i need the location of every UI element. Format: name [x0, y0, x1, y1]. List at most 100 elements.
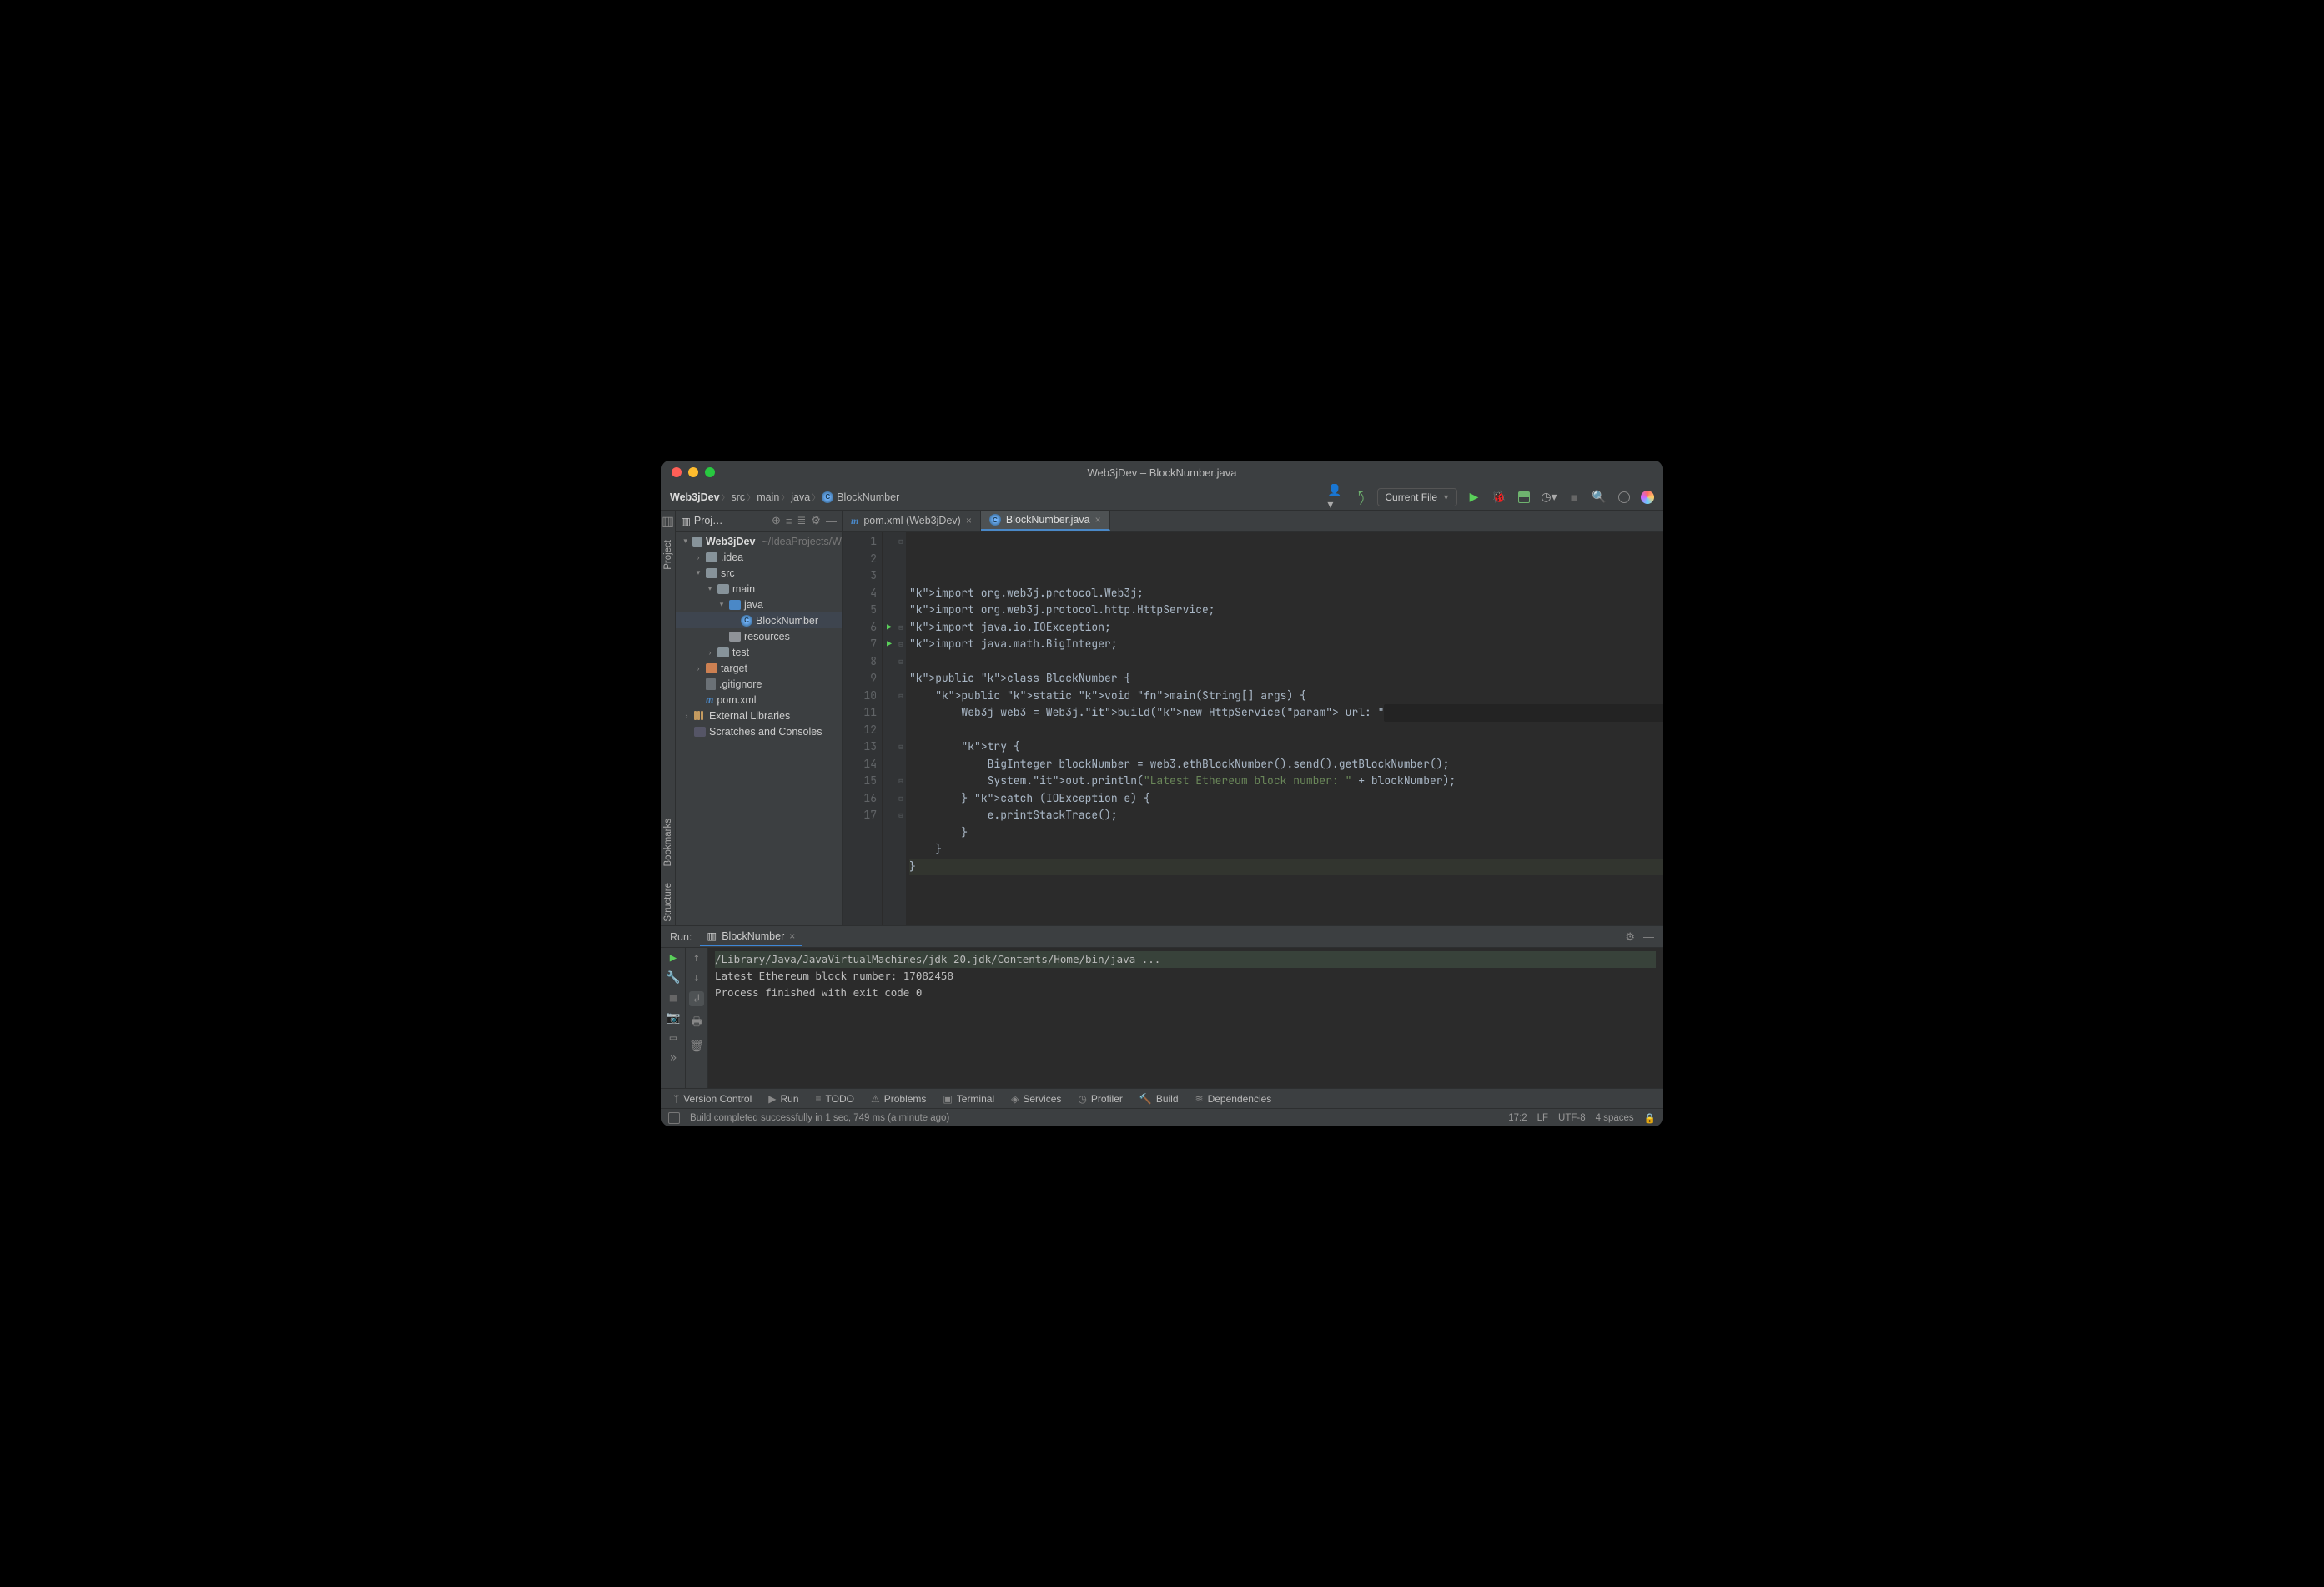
structure-tab[interactable]: Structure [661, 879, 675, 925]
code-line[interactable]: "k">import org.web3j.protocol.http.HttpS… [909, 602, 1663, 619]
scroll-up-icon[interactable]: ↑ [693, 951, 700, 965]
fold-icon[interactable] [896, 756, 906, 773]
settings-icon[interactable] [1616, 489, 1632, 506]
tool-window-quick-access-icon[interactable] [668, 1112, 680, 1124]
bc-main[interactable]: main [757, 491, 779, 503]
trash-icon[interactable]: 🗑 [689, 1040, 704, 1053]
tree-arrow-icon[interactable]: ▾ [706, 584, 714, 593]
bc-java[interactable]: java [791, 491, 810, 503]
run-output[interactable]: /Library/Java/JavaVirtualMachines/jdk-20… [708, 948, 1663, 1088]
window-minimize[interactable] [688, 467, 698, 477]
fold-icon[interactable]: ⊟ [896, 790, 906, 808]
print-icon[interactable]: 🖶 [691, 1013, 702, 1033]
ide-logo-icon[interactable] [1641, 491, 1654, 504]
close-icon[interactable]: × [1095, 514, 1101, 526]
tab-todo[interactable]: ≡TODO [809, 1091, 861, 1107]
file-encoding[interactable]: UTF-8 [1558, 1113, 1586, 1123]
code-line[interactable]: } [909, 859, 1663, 876]
fold-gutter[interactable]: ⊟⊟⊟⊟⊟⊟⊟⊟⊟ [896, 532, 906, 925]
fold-icon[interactable]: ⊟ [896, 619, 906, 637]
run-button[interactable]: ▶ [1466, 489, 1482, 506]
run-settings-icon[interactable]: ⚙ [1625, 930, 1635, 944]
indent-config[interactable]: 4 spaces [1596, 1113, 1634, 1123]
tree-row[interactable]: ›target [676, 660, 842, 676]
tab-problems[interactable]: ⚠Problems [864, 1091, 933, 1107]
code-line[interactable]: "k">try { [909, 738, 1663, 756]
fold-icon[interactable]: ⊟ [896, 653, 906, 671]
bc-src[interactable]: src [732, 491, 746, 503]
debug-button[interactable]: 🐞 [1491, 489, 1507, 506]
fold-icon[interactable]: ⊟ [896, 738, 906, 756]
soft-wrap-icon[interactable]: ↲ [689, 991, 704, 1006]
tree-arrow-icon[interactable]: ▾ [717, 600, 726, 609]
code-line[interactable]: e.printStackTrace(); [909, 807, 1663, 824]
scroll-down-icon[interactable]: ↓ [693, 971, 700, 985]
code-line[interactable]: BigInteger blockNumber = web3.ethBlockNu… [909, 756, 1663, 773]
project-tab[interactable]: Project [661, 537, 675, 573]
gutter-run-icon[interactable]: ▶ [883, 636, 896, 653]
code-line[interactable]: "k">public "k">class BlockNumber { [909, 670, 1663, 688]
tree-row[interactable]: ▾src [676, 565, 842, 581]
tree-row[interactable]: mpom.xml [676, 692, 842, 708]
code-line[interactable]: System."it">out.println("Latest Ethereum… [909, 773, 1663, 790]
panel-hide-icon[interactable]: — [826, 515, 837, 527]
tree-row[interactable]: ›test [676, 644, 842, 660]
project-tool-icon[interactable]: ▥ [661, 513, 675, 526]
bottom-tool-tabs[interactable]: ᛘVersion Control ▶Run ≡TODO ⚠Problems ▣T… [661, 1088, 1663, 1108]
code-line[interactable]: "k">import org.web3j.protocol.Web3j; [909, 585, 1663, 602]
collapse-all-icon[interactable]: ≣ [797, 514, 806, 527]
tab-version-control[interactable]: ᛘVersion Control [667, 1091, 758, 1107]
project-tree[interactable]: ▾ Web3jDev ~/IdeaProjects/W ›.idea▾src▾m… [676, 532, 842, 925]
tab-dependencies[interactable]: ≋Dependencies [1189, 1091, 1279, 1107]
tab-services[interactable]: ◈Services [1004, 1091, 1068, 1107]
coverage-button[interactable] [1516, 489, 1532, 506]
code-line[interactable]: "k">public "k">static "k">void "fn">main… [909, 688, 1663, 705]
code-line[interactable]: } "k">catch (IOException e) { [909, 790, 1663, 808]
code-line[interactable] [909, 722, 1663, 739]
camera-icon[interactable]: 📷 [666, 1011, 680, 1025]
more-icon[interactable]: » [670, 1051, 677, 1065]
fold-icon[interactable]: ⊟ [896, 807, 906, 824]
tree-row[interactable]: CBlockNumber [676, 612, 842, 628]
editor-tabs[interactable]: m pom.xml (Web3jDev) × C BlockNumber.jav… [843, 511, 1663, 532]
vcs-user-icon[interactable]: 👤▾ [1327, 489, 1344, 506]
tree-arrow-icon[interactable]: › [694, 664, 702, 673]
window-zoom[interactable] [705, 467, 715, 477]
readonly-lock-icon[interactable]: 🔒 [1644, 1112, 1656, 1124]
tab-blocknumber[interactable]: C BlockNumber.java × [981, 511, 1110, 531]
tree-arrow-icon[interactable]: › [694, 553, 702, 562]
breadcrumb[interactable]: Web3jDev 〉 src 〉 main 〉 java 〉 CBlockNum… [670, 491, 899, 503]
chevron-right-icon[interactable]: › [682, 712, 691, 720]
tab-build[interactable]: 🔨Build [1133, 1091, 1185, 1107]
build-icon[interactable]: ⤴ [1349, 485, 1372, 508]
code-line[interactable] [909, 653, 1663, 671]
external-libraries[interactable]: › External Libraries [676, 708, 842, 723]
bookmarks-tab[interactable]: Bookmarks [661, 815, 675, 870]
tree-arrow-icon[interactable]: › [706, 648, 714, 657]
fold-icon[interactable]: ⊟ [896, 636, 906, 653]
run-hide-icon[interactable]: — [1643, 930, 1654, 943]
tree-row[interactable]: ▾java [676, 597, 842, 612]
tool-icon[interactable]: 🔧 [666, 971, 680, 985]
stop-button[interactable]: ■ [1566, 489, 1582, 506]
fold-icon[interactable]: ⊟ [896, 688, 906, 705]
close-icon[interactable]: × [789, 930, 795, 942]
line-ending[interactable]: LF [1537, 1113, 1548, 1123]
code-line[interactable]: Web3j web3 = Web3j."it">build("k">new Ht… [909, 704, 1663, 722]
caret-position[interactable]: 17:2 [1508, 1113, 1527, 1123]
panel-settings-icon[interactable]: ⚙ [811, 514, 821, 527]
gutter-run-icon[interactable]: ▶ [883, 619, 896, 637]
bc-class[interactable]: CBlockNumber [822, 491, 899, 503]
close-icon[interactable]: × [966, 515, 972, 526]
expand-all-icon[interactable]: ≡ [786, 515, 792, 527]
tab-run[interactable]: ▶Run [762, 1091, 805, 1107]
project-panel-title[interactable]: ▥ Proj… [681, 515, 723, 527]
tab-profiler[interactable]: ◷Profiler [1071, 1091, 1129, 1107]
tree-row[interactable]: resources [676, 628, 842, 644]
search-icon[interactable]: 🔍 [1591, 489, 1607, 506]
tab-terminal[interactable]: ▣Terminal [936, 1091, 1001, 1107]
fold-icon[interactable]: ⊟ [896, 533, 906, 551]
columns-icon[interactable]: ▭ [670, 1031, 677, 1045]
tree-root[interactable]: ▾ Web3jDev ~/IdeaProjects/W [676, 533, 842, 549]
run-gutter[interactable]: ▶▶ [883, 532, 896, 925]
